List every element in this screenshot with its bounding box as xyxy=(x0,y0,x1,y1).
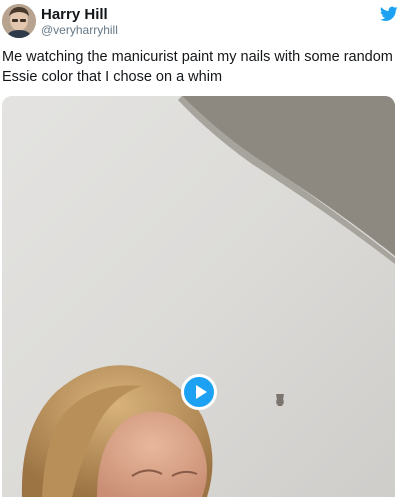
tweet-text: Me watching the manicurist paint my nail… xyxy=(2,47,398,87)
avatar-image xyxy=(2,4,36,38)
tweet-text-line: Me watching the manicurist paint my nail… xyxy=(2,49,393,65)
video-player[interactable] xyxy=(2,96,395,497)
avatar[interactable] xyxy=(2,4,36,38)
tweet-header: Harry Hill @veryharryhill xyxy=(2,4,398,40)
play-icon xyxy=(196,385,207,399)
author-display-name[interactable]: Harry Hill xyxy=(41,6,118,23)
play-button[interactable] xyxy=(181,374,217,410)
author-handle[interactable]: @veryharryhill xyxy=(41,23,118,38)
twitter-bird-icon[interactable] xyxy=(379,6,398,22)
video-frame xyxy=(2,96,395,497)
author-names: Harry Hill @veryharryhill xyxy=(41,6,118,38)
tweet-card: Harry Hill @veryharryhill Me watching th… xyxy=(0,0,406,497)
tweet-text-line: Essie color that I chose on a whim xyxy=(2,69,223,85)
